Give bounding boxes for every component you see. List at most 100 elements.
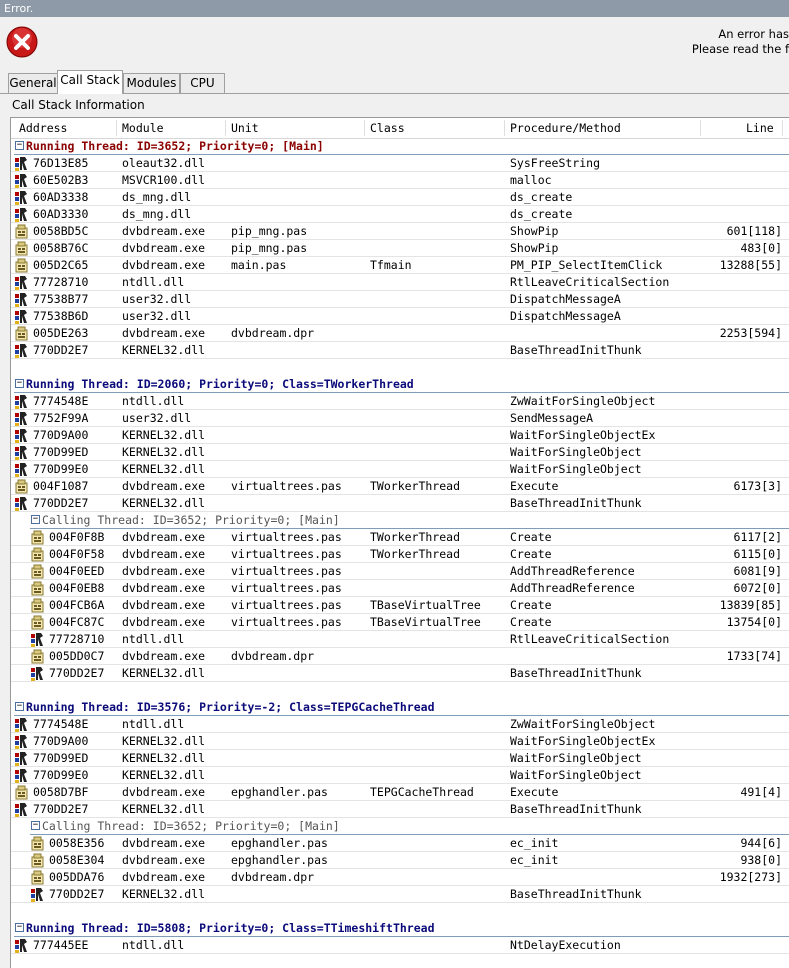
frame-class: TWorkerThread [370, 547, 461, 561]
system-module-icon [15, 717, 28, 732]
stack-frame-row[interactable]: 770D9A00 KERNEL32.dll WaitForSingleObjectE… [11, 427, 789, 444]
collapse-icon[interactable]: − [15, 702, 24, 711]
stack-frame-row[interactable]: 60AD3330 ds_mng.dll ds_create [11, 206, 789, 223]
stack-frame-row[interactable]: 0058E304 dvbdream.exe epghandler.pas ec_ini… [11, 852, 789, 869]
frame-line: 1932[273] [719, 870, 782, 884]
frame-unit: virtualtrees.pas [231, 479, 342, 493]
stack-frame-row[interactable]: 004FC87C dvbdream.exe virtualtrees.pas TBas… [11, 614, 789, 631]
frame-address: 0058E304 [49, 853, 105, 867]
stack-frame-row[interactable]: 770DD2E7 KERNEL32.dll BaseThreadInitThunk [11, 886, 789, 903]
stack-frame-row[interactable]: 7774548E ntdll.dll ZwWaitForSingleObject [11, 716, 789, 733]
window-title: Error. [4, 2, 34, 15]
frame-procedure: BaseThreadInitThunk [510, 887, 642, 901]
collapse-icon[interactable]: − [31, 821, 40, 830]
stack-frame-row[interactable]: 770D99E0 KERNEL32.dll WaitForSingleObject [11, 461, 789, 478]
stack-frame-row[interactable]: 005DDA76 dvbdream.exe dvbdream.dpr 1932[273… [11, 869, 789, 886]
frame-address: 004F0F8B [49, 530, 105, 544]
frame-unit: main.pas [231, 258, 287, 272]
frame-address: 60AD3338 [33, 190, 89, 204]
stack-frame-row[interactable]: 770D99ED KERNEL32.dll WaitForSingleObject [11, 750, 789, 767]
frame-module: dvbdream.exe [122, 870, 206, 884]
stack-frame-row[interactable]: 770D99ED KERNEL32.dll WaitForSingleObject [11, 444, 789, 461]
frame-module: KERNEL32.dll [122, 428, 206, 442]
collapse-icon[interactable]: − [31, 515, 40, 524]
stack-frame-row[interactable]: 770DD2E7 KERNEL32.dll BaseThreadInitThunk [11, 665, 789, 682]
stack-frame-row[interactable]: 77728710 ntdll.dll RtlLeaveCriticalSection [11, 631, 789, 648]
thread-header[interactable]: − Running Thread: ID=2060; Priority=0; Cl… [11, 376, 789, 393]
calling-thread-header[interactable]: − Calling Thread: ID=3652; Priority=0; [M… [11, 512, 789, 529]
stack-frame-row[interactable]: 005D2C65 dvbdream.exe main.pas Tfmain PM_PIP… [11, 257, 789, 274]
stack-frame-row[interactable]: 004F0F58 dvbdream.exe virtualtrees.pas TWor… [11, 546, 789, 563]
stack-frame-row[interactable]: 0058B76C dvbdream.exe pip_mng.pas ShowPip 48… [11, 240, 789, 257]
frame-unit: epghandler.pas [231, 853, 328, 867]
column-header-unit[interactable]: Unit [231, 121, 259, 135]
frame-procedure: NtDelayExecution [510, 938, 621, 952]
stack-frame-row[interactable]: 005DE263 dvbdream.exe dvbdream.dpr 2253[594… [11, 325, 789, 342]
stack-frame-row[interactable]: 0058BD5C dvbdream.exe pip_mng.pas ShowPip 60… [11, 223, 789, 240]
column-header-row: Address Module Unit Class Procedure/Meth… [11, 118, 789, 139]
frame-module: KERNEL32.dll [122, 802, 206, 816]
stack-frame-row[interactable]: 770DD2E7 KERNEL32.dll BaseThreadInitThunk [11, 342, 789, 359]
calling-thread-header[interactable]: − Calling Thread: ID=3652; Priority=0; [M… [11, 818, 789, 835]
collapse-icon[interactable]: − [15, 379, 24, 388]
stack-frame-row[interactable]: 004FCB6A dvbdream.exe virtualtrees.pas TBas… [11, 597, 789, 614]
tab-general[interactable]: General [8, 73, 58, 93]
call-stack-grid[interactable]: Address Module Unit Class Procedure/Meth… [10, 117, 789, 968]
stack-frame-row[interactable]: 004F0EED dvbdream.exe virtualtrees.pas AddT… [11, 563, 789, 580]
frame-unit: dvbdream.dpr [231, 649, 315, 663]
frame-procedure: BaseThreadInitThunk [510, 666, 642, 680]
stack-frame-row[interactable]: 0058E356 dvbdream.exe epghandler.pas ec_ini… [11, 835, 789, 852]
frame-address: 770D99E0 [33, 462, 89, 476]
frame-module: dvbdream.exe [122, 241, 206, 255]
stack-frame-row[interactable]: 004F1087 dvbdream.exe virtualtrees.pas TWor… [11, 478, 789, 495]
stack-frame-row[interactable]: 004F0EB8 dvbdream.exe virtualtrees.pas AddT… [11, 580, 789, 597]
stack-frame-row[interactable]: 770D99E0 KERNEL32.dll WaitForSingleObject [11, 767, 789, 784]
collapse-icon[interactable]: − [15, 141, 24, 150]
system-module-icon [15, 496, 28, 511]
stack-frame-row[interactable]: 77538B77 user32.dll DispatchMessageA [11, 291, 789, 308]
stack-frame-row[interactable]: 770DD2E7 KERNEL32.dll BaseThreadInitThunk [11, 495, 789, 512]
frame-line: 2253[594] [719, 326, 782, 340]
column-header-module[interactable]: Module [122, 121, 164, 135]
stack-frame-row[interactable]: 7774548E ntdll.dll ZwWaitForSingleObject [11, 393, 789, 410]
frame-unit: virtualtrees.pas [231, 581, 342, 595]
stack-frame-row[interactable]: 777445EE ntdll.dll NtDelayExecution [11, 937, 789, 954]
frame-module: dvbdream.exe [122, 326, 206, 340]
application-module-icon [31, 836, 44, 851]
stack-frame-row[interactable]: 770DD2E7 KERNEL32.dll BaseThreadInitThunk [11, 801, 789, 818]
column-header-class[interactable]: Class [370, 121, 405, 135]
frame-unit: pip_mng.pas [231, 224, 308, 238]
stack-frame-row[interactable]: 005DD0C7 dvbdream.exe dvbdream.dpr 1733[74] [11, 648, 789, 665]
column-header-procedure[interactable]: Procedure/Method [510, 121, 621, 135]
stack-frame-row[interactable]: 77538B6D user32.dll DispatchMessageA [11, 308, 789, 325]
application-module-icon [15, 258, 28, 273]
stack-frame-row[interactable]: 0058D7BF dvbdream.exe epghandler.pas TEPGCa… [11, 784, 789, 801]
frame-line: 601[118] [726, 224, 782, 238]
application-module-icon [15, 241, 28, 256]
thread-header[interactable]: − Running Thread: ID=3652; Priority=0; [M… [11, 138, 789, 155]
application-module-icon [31, 853, 44, 868]
stack-frame-row[interactable]: 770D9A00 KERNEL32.dll WaitForSingleObjectE… [11, 733, 789, 750]
stack-frame-row[interactable]: 76D13E85 oleaut32.dll SysFreeString [11, 155, 789, 172]
stack-frame-row[interactable]: 60E502B3 MSVCR100.dll malloc [11, 172, 789, 189]
frame-procedure: WaitForSingleObject [510, 445, 642, 459]
tab-modules[interactable]: Modules [123, 73, 180, 93]
stack-frame-row[interactable]: 60AD3338 ds_mng.dll ds_create [11, 189, 789, 206]
stack-frame-row[interactable]: 77728710 ntdll.dll RtlLeaveCriticalSection [11, 274, 789, 291]
thread-header-label: Calling Thread: ID=3652; Priority=0; [Ma… [42, 513, 340, 527]
frame-address: 770D9A00 [33, 734, 89, 748]
frame-line: 944[6] [740, 836, 782, 850]
frame-module: KERNEL32.dll [122, 445, 206, 459]
collapse-icon[interactable]: − [15, 923, 24, 932]
tab-cpu[interactable]: CPU [180, 73, 225, 93]
frame-address: 004F0F58 [49, 547, 105, 561]
thread-header[interactable]: − Running Thread: ID=5808; Priority=0; Cl… [11, 920, 789, 937]
stack-frame-row[interactable]: 004F0F8B dvbdream.exe virtualtrees.pas TWor… [11, 529, 789, 546]
column-header-line[interactable]: Line [746, 121, 774, 135]
column-header-address[interactable]: Address [19, 121, 67, 135]
system-module-icon [15, 938, 28, 953]
stack-frame-row[interactable]: 7752F99A user32.dll SendMessageA [11, 410, 789, 427]
tab-call-stack[interactable]: Call Stack [57, 70, 123, 94]
thread-header[interactable]: − Running Thread: ID=3576; Priority=-2; C… [11, 699, 789, 716]
column-separator [225, 120, 226, 136]
